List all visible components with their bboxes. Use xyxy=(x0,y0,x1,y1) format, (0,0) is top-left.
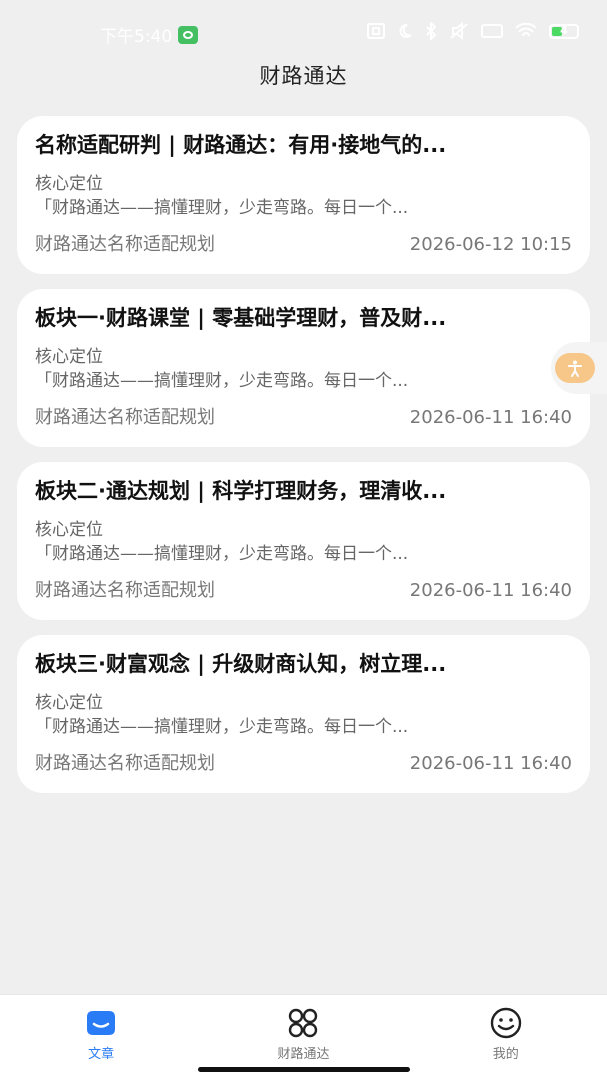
article-excerpt: 「财路通达——搞懂理财，少走弯路。每日一个... xyxy=(35,544,409,564)
sim-icon xyxy=(481,24,503,38)
article-source: 财路通达名称适配规划 xyxy=(35,407,215,428)
home-indicator[interactable] xyxy=(198,1067,410,1072)
status-left: 下午5:40 xyxy=(100,22,199,47)
tab-label: 文章 xyxy=(88,1047,115,1062)
article-label: 核心定位 xyxy=(35,174,103,194)
article-date: 2026-06-11 16:40 xyxy=(409,407,572,428)
status-icons: 4 xyxy=(367,22,579,40)
article-label: 核心定位 xyxy=(35,347,103,367)
status-bar: 下午5:40 4 xyxy=(0,0,607,64)
article-date: 2026-06-12 10:15 xyxy=(409,234,572,255)
article-footer: 财路通达名称适配规划 2026-06-11 16:40 xyxy=(35,751,572,777)
battery-level: 4 xyxy=(560,23,568,37)
accessibility-float-button[interactable] xyxy=(551,342,607,394)
article-excerpt: 「财路通达——搞懂理财，少走弯路。每日一个... xyxy=(35,717,409,737)
article-card[interactable]: 板块一·财路课堂 | 零基础学理财，普及财... 核心定位 「财路通达——搞懂理… xyxy=(17,289,590,447)
wechat-notification-icon xyxy=(178,25,199,44)
article-icon xyxy=(87,1011,116,1035)
article-card[interactable]: 名称适配研判 | 财路通达：有用·接地气的... 核心定位 「财路通达——搞懂理… xyxy=(17,116,590,274)
nfc-icon xyxy=(367,23,385,39)
article-footer: 财路通达名称适配规划 2026-06-12 10:15 xyxy=(35,232,572,258)
article-list: 名称适配研判 | 财路通达：有用·接地气的... 核心定位 「财路通达——搞懂理… xyxy=(17,116,590,808)
article-excerpt: 「财路通达——搞懂理财，少走弯路。每日一个... xyxy=(35,198,409,218)
article-source: 财路通达名称适配规划 xyxy=(35,580,215,601)
smile-icon xyxy=(490,1007,522,1039)
tab-label: 我的 xyxy=(492,1047,519,1062)
article-title: 名称适配研判 | 财路通达：有用·接地气的... xyxy=(35,133,447,157)
article-label: 核心定位 xyxy=(35,693,103,713)
page-title: 财路通达 xyxy=(259,64,348,88)
article-footer: 财路通达名称适配规划 2026-06-11 16:40 xyxy=(35,578,572,604)
status-time: 下午5:40 xyxy=(100,27,173,47)
tab-profile[interactable]: 我的 xyxy=(436,995,576,1080)
grid-icon xyxy=(289,1008,318,1038)
article-title: 板块三·财富观念 | 升级财商认知，树立理... xyxy=(35,652,447,676)
moon-icon xyxy=(399,24,412,38)
article-footer: 财路通达名称适配规划 2026-06-11 16:40 xyxy=(35,405,572,431)
wifi-icon xyxy=(515,23,537,37)
article-title: 板块二·通达规划 | 科学打理财务，理清收... xyxy=(35,479,447,503)
article-source: 财路通达名称适配规划 xyxy=(35,753,215,774)
article-date: 2026-06-11 16:40 xyxy=(409,580,572,601)
article-title: 板块一·财路课堂 | 零基础学理财，普及财... xyxy=(35,306,447,330)
bluetooth-icon xyxy=(426,22,437,40)
article-excerpt: 「财路通达——搞懂理财，少走弯路。每日一个... xyxy=(35,371,409,391)
article-source: 财路通达名称适配规划 xyxy=(35,234,215,255)
tab-articles[interactable]: 文章 xyxy=(31,995,171,1080)
article-date: 2026-06-11 16:40 xyxy=(409,753,572,774)
article-card[interactable]: 板块三·财富观念 | 升级财商认知，树立理... 核心定位 「财路通达——搞懂理… xyxy=(17,635,590,793)
mute-icon xyxy=(450,22,468,40)
article-label: 核心定位 xyxy=(35,520,103,540)
battery-icon: 4 xyxy=(549,23,579,39)
tab-label: 财路通达 xyxy=(277,1047,330,1062)
article-card[interactable]: 板块二·通达规划 | 科学打理财务，理清收... 核心定位 「财路通达——搞懂理… xyxy=(17,462,590,620)
accessibility-icon xyxy=(555,353,595,383)
